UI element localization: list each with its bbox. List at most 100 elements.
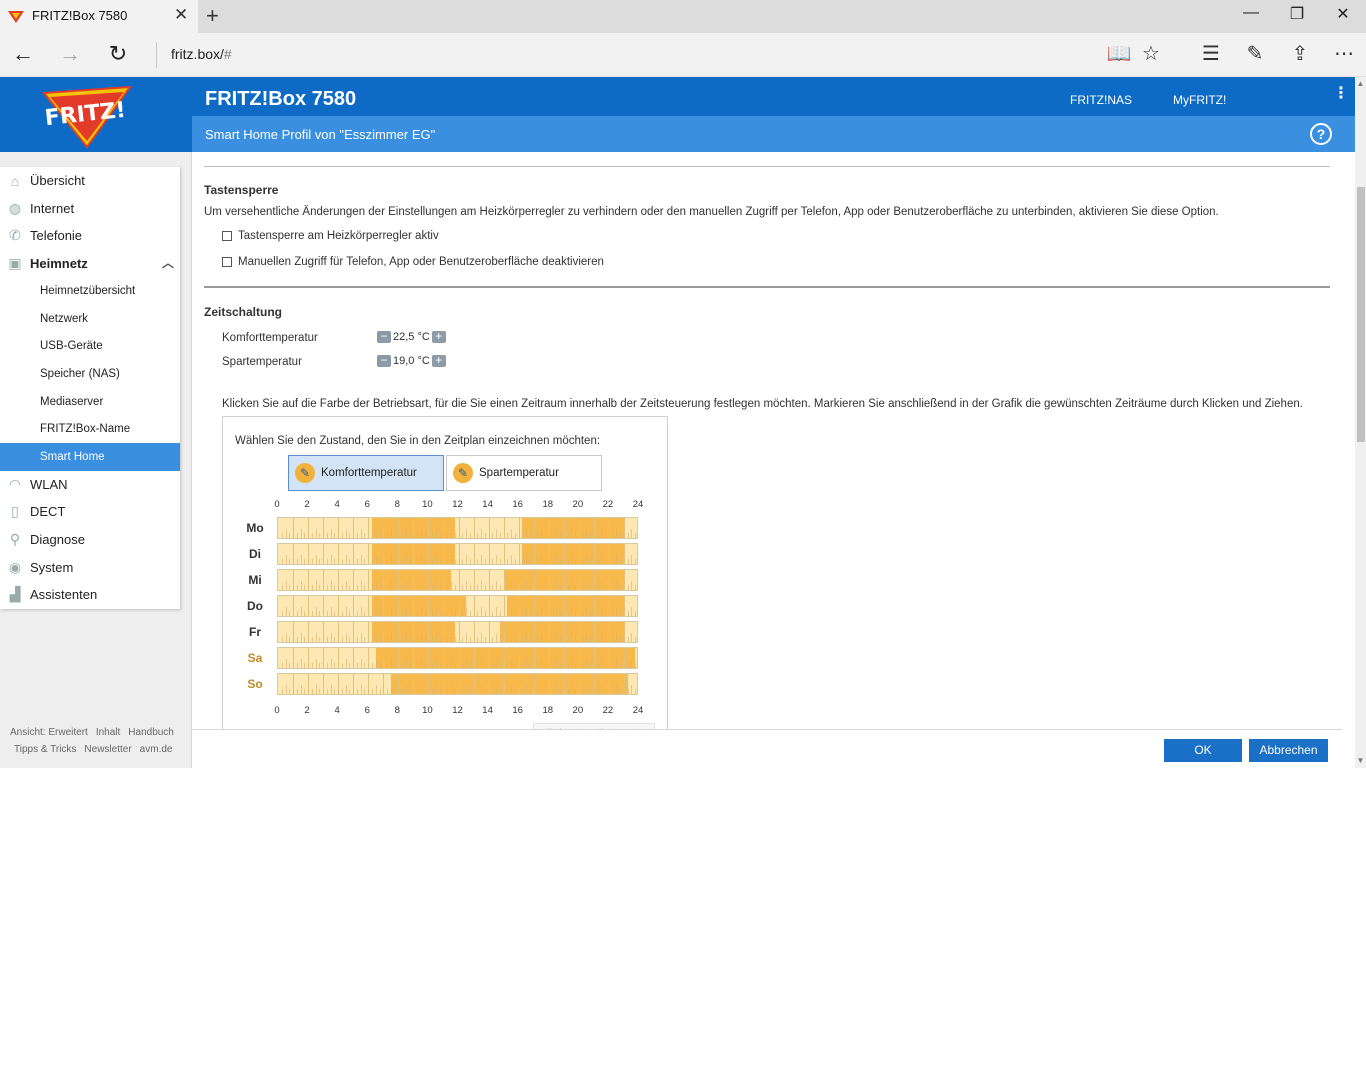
ok-button[interactable]: OK xyxy=(1164,739,1242,762)
footer-link-manual[interactable]: Handbuch xyxy=(128,727,174,738)
comfort-increase-button[interactable]: + xyxy=(431,330,446,343)
day-schedule-row[interactable] xyxy=(277,647,638,669)
page-scrollbar[interactable]: ▲ ▼ xyxy=(1355,77,1366,768)
cancel-button[interactable]: Abbrechen xyxy=(1249,739,1328,762)
sidebar-item-label: Internet xyxy=(30,200,75,216)
sidebar-subitem-netzwerk[interactable]: Netzwerk xyxy=(0,305,180,333)
saving-increase-button[interactable]: + xyxy=(431,354,446,367)
comfort-period-segment[interactable] xyxy=(390,674,628,694)
day-schedule-row[interactable] xyxy=(277,517,638,539)
sidebar-item-assistenten[interactable]: ▟ Assistenten xyxy=(0,581,180,609)
favorite-star-icon[interactable]: ☆ xyxy=(1136,41,1166,66)
quarter-hour-tick xyxy=(537,585,539,590)
sidebar-subitem-smart-home[interactable]: Smart Home xyxy=(0,442,180,471)
sidebar-subitem-mediaserver[interactable]: Mediaserver xyxy=(0,388,180,416)
sidebar-item-wlan[interactable]: ◠ WLAN xyxy=(0,471,180,499)
checkbox-lock[interactable] xyxy=(222,231,232,241)
mode-saving-button[interactable]: ✎ Spartemperatur xyxy=(446,455,602,491)
more-icon[interactable]: ⋯ xyxy=(1329,41,1359,66)
day-schedule-row[interactable] xyxy=(277,569,638,591)
help-icon[interactable]: ? xyxy=(1310,123,1332,145)
pencil-icon: ✎ xyxy=(453,463,473,483)
sidebar-item-system[interactable]: ◉ System xyxy=(0,553,180,581)
hour-gridline xyxy=(413,544,415,564)
sidebar-subitem-heimnetzübersicht[interactable]: Heimnetzübersicht xyxy=(0,277,180,305)
footer-link-view[interactable]: Ansicht: Erweitert xyxy=(10,727,88,738)
tab-close-icon[interactable]: ✕ xyxy=(174,5,188,25)
fritz-nas-link[interactable]: FRITZ!NAS xyxy=(1070,93,1132,107)
quarter-hour-tick xyxy=(590,663,592,668)
minimize-icon[interactable]: — xyxy=(1231,4,1271,22)
quarter-hour-tick xyxy=(424,611,426,616)
chevron-up-icon[interactable]: ︿ xyxy=(162,254,174,271)
back-icon[interactable]: ← xyxy=(8,41,38,67)
mode-comfort-button[interactable]: ✎ Komforttemperatur xyxy=(288,455,444,491)
quarter-hour-tick xyxy=(567,637,569,642)
hour-gridline xyxy=(608,622,610,642)
quarter-hour-tick xyxy=(326,689,328,694)
quarter-hour-tick xyxy=(462,663,464,668)
comfort-period-segment[interactable] xyxy=(507,596,624,616)
restore-icon[interactable]: ❐ xyxy=(1277,4,1317,24)
day-schedule-row[interactable] xyxy=(277,621,638,643)
share-icon[interactable]: ⇪ xyxy=(1285,41,1315,66)
reading-view-icon[interactable]: 📖 xyxy=(1104,41,1134,66)
checkbox-row-lock[interactable]: Tastensperre am Heizkörperregler aktiv xyxy=(222,230,439,242)
url-hash: # xyxy=(223,46,232,62)
close-window-icon[interactable]: ✕ xyxy=(1323,4,1363,24)
hour-gridline xyxy=(473,544,475,564)
hub-icon[interactable]: ☰ xyxy=(1196,41,1226,66)
footer-link-newsletter[interactable]: Newsletter xyxy=(84,744,131,755)
sidebar-item-dect[interactable]: ▯ DECT xyxy=(0,498,180,526)
day-schedule-row[interactable] xyxy=(277,595,638,617)
sidebar-subitem-usb-geräte[interactable]: USB-Geräte xyxy=(0,333,180,361)
quarter-hour-tick xyxy=(405,607,407,616)
footer-link-contents[interactable]: Inhalt xyxy=(96,727,120,738)
quarter-hour-tick xyxy=(541,555,543,564)
sidebar-item-diagnose[interactable]: ⚲ Diagnose xyxy=(0,526,180,554)
quarter-hour-tick xyxy=(450,633,452,642)
day-schedule-row[interactable] xyxy=(277,543,638,565)
refresh-icon[interactable]: ↻ xyxy=(103,41,133,67)
scroll-thumb[interactable] xyxy=(1357,187,1365,442)
address-field[interactable]: fritz.box/# xyxy=(171,46,232,62)
web-note-icon[interactable]: ✎ xyxy=(1240,41,1270,66)
quarter-hour-tick xyxy=(394,585,396,590)
hour-gridline xyxy=(293,518,295,538)
quarter-hour-tick xyxy=(575,533,577,538)
new-tab-icon[interactable]: + xyxy=(206,3,219,29)
checkbox-row-manual[interactable]: Manuellen Zugriff für Telefon, App oder … xyxy=(222,256,604,268)
fritz-logo[interactable]: FRITZ! xyxy=(42,83,132,149)
header-menu-icon[interactable]: ⋮ xyxy=(1333,86,1349,102)
hour-gridline xyxy=(458,570,460,590)
hour-gridline xyxy=(308,518,310,538)
hour-gridline xyxy=(383,518,385,538)
saving-decrease-button[interactable]: − xyxy=(377,354,391,367)
quarter-hour-tick xyxy=(432,559,434,564)
footer-link-tips[interactable]: Tipps & Tricks xyxy=(14,744,76,755)
hour-gridline xyxy=(548,570,550,590)
quarter-hour-tick xyxy=(364,533,366,538)
sidebar-subitem-speicher-nas-[interactable]: Speicher (NAS) xyxy=(0,360,180,388)
sidebar-item-heimnetz[interactable]: ▣ Heimnetz ︿ xyxy=(0,250,180,278)
checkbox-manual-access[interactable] xyxy=(222,257,232,267)
forward-icon[interactable]: → xyxy=(55,41,85,67)
quarter-hour-tick xyxy=(537,559,539,564)
quarter-hour-tick xyxy=(285,685,287,694)
quarter-hour-tick xyxy=(514,533,516,538)
sidebar-item-übersicht[interactable]: ⌂ Übersicht xyxy=(0,167,180,195)
day-schedule-row[interactable] xyxy=(277,673,638,695)
myfritz-link[interactable]: MyFRITZ! xyxy=(1173,93,1226,107)
scroll-up-icon[interactable]: ▲ xyxy=(1355,79,1366,88)
quarter-hour-tick xyxy=(560,559,562,564)
sidebar-subitem-fritz-box-name[interactable]: FRITZ!Box-Name xyxy=(0,415,180,443)
comfort-decrease-button[interactable]: − xyxy=(377,330,391,343)
sidebar-item-internet[interactable]: ◍ Internet xyxy=(0,195,180,223)
quarter-hour-tick xyxy=(529,533,531,538)
comfort-period-segment[interactable] xyxy=(375,648,636,668)
sidebar-item-telefonie[interactable]: ✆ Telefonie xyxy=(0,222,180,250)
browser-tab[interactable]: FRITZ!Box 7580 ✕ xyxy=(0,0,198,33)
scroll-down-icon[interactable]: ▼ xyxy=(1355,756,1366,765)
footer-link-avm[interactable]: avm.de xyxy=(140,744,173,755)
quarter-hour-tick xyxy=(349,611,351,616)
